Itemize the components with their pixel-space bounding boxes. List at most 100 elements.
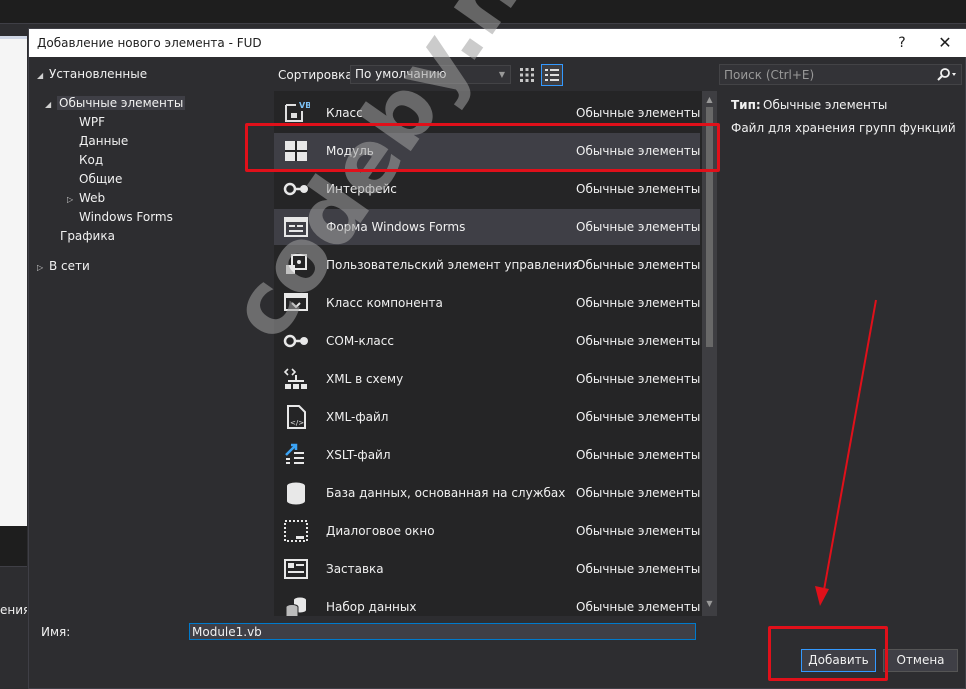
search-placeholder: Поиск (Ctrl+E) [724,68,815,82]
splash-screen-icon [282,555,310,583]
list-item[interactable]: XSLT-файл Обычные элементы [274,437,700,473]
item-name: Форма Windows Forms [326,220,466,234]
list-item[interactable]: VB Класс Обычные элементы [274,95,700,131]
dialog-title: Добавление нового элемента - FUD [37,36,262,50]
dataset-icon [282,593,310,616]
item-category: Обычные элементы [576,410,701,424]
item-category: Обычные элементы [576,334,701,348]
sort-dropdown[interactable]: По умолчанию ▼ [350,65,511,84]
tree-node-data[interactable]: Данные [79,132,128,150]
expand-arrow-icon[interactable]: ▷ [67,191,79,209]
list-item[interactable]: Пользовательский элемент управления Обычн… [274,247,700,283]
list-item[interactable]: Форма Windows Forms Обычные элементы [274,209,700,245]
xslt-file-icon [282,441,310,469]
tree-node-code[interactable]: Код [79,151,103,169]
list-item[interactable]: Заставка Обычные элементы [274,551,700,587]
sort-label: Сортировка: [278,68,357,82]
grid-view-icon[interactable] [517,65,537,85]
list-item[interactable]: </> XML-файл Обычные элементы [274,399,700,435]
item-category: Обычные элементы [576,524,701,538]
windows-form-icon [282,213,310,241]
tree-node-windows-forms[interactable]: Windows Forms [79,208,173,226]
template-list: VB Класс Обычные элементы Модуль Обычные эле… [274,91,717,616]
item-name: Класс компонента [326,296,443,310]
item-name: XSLT-файл [326,448,391,462]
item-category: Обычные элементы [576,372,701,386]
interface-icon [282,175,310,203]
item-name: База данных, основанная на службах [326,486,566,500]
search-icon[interactable] [936,66,958,84]
item-category: Обычные элементы [576,182,701,196]
dialog-titlebar: Добавление нового элемента - FUD ? ✕ [29,29,966,57]
list-view-icon[interactable] [541,64,563,86]
cancel-button[interactable]: Отмена [883,649,958,672]
add-button[interactable]: Добавить [801,649,876,672]
dialog-icon [282,517,310,545]
item-category: Обычные элементы [576,486,701,500]
list-item[interactable]: Диалоговое окно Обычные элементы [274,513,700,549]
tree-node-installed[interactable]: ◢ Установленные [37,65,147,83]
list-item[interactable]: Класс компонента Обычные элементы [274,285,700,321]
chevron-down-icon: ▼ [498,70,505,79]
list-item[interactable]: Модуль Обычные элементы [274,133,700,169]
item-category: Обычные элементы [576,258,701,272]
item-name: XML-файл [326,410,389,424]
sort-value: По умолчанию [355,67,447,81]
item-name: Заставка [326,562,384,576]
xml-schema-icon [282,365,310,393]
tree-node-common-items[interactable]: ◢ Обычные элементы [45,94,186,114]
list-item[interactable]: Набор данных Обычные элементы [274,589,700,616]
module-icon [282,137,310,165]
tree-node-web[interactable]: ▷ Web [67,189,105,207]
item-name: Модуль [326,144,374,158]
collapse-arrow-icon[interactable]: ◢ [37,67,49,85]
item-name: Интерфейс [326,182,397,196]
item-name: Класс [326,106,363,120]
type-value: Обычные элементы [763,98,888,112]
user-control-icon [282,251,310,279]
vb-class-icon: VB [282,99,311,127]
close-button[interactable]: ✕ [933,31,957,55]
svg-text:VB: VB [299,101,310,110]
item-name: Пользовательский элемент управления [326,258,580,272]
list-item[interactable]: XML в схему Обычные элементы [274,361,700,397]
tree-node-wpf[interactable]: WPF [79,113,105,131]
scrollbar[interactable]: ▲ ▼ [702,91,717,616]
database-icon [282,479,310,507]
ide-panel [0,526,27,566]
ide-editor-area [0,36,27,526]
list-item[interactable]: COM-класс Обычные элементы [274,323,700,359]
item-category: Обычные элементы [576,144,701,158]
add-new-item-dialog: Добавление нового элемента - FUD ? ✕ ◢ Ус… [28,28,966,689]
svg-text:</>: </> [290,419,304,427]
type-label: Тип: [731,98,761,112]
ide-panel-label: ения [0,603,27,617]
name-field[interactable] [189,623,696,640]
tree-node-graphics[interactable]: Графика [60,227,115,245]
item-category: Обычные элементы [576,562,701,576]
name-label: Имя: [41,625,71,639]
xml-file-icon: </> [282,403,310,431]
list-item[interactable]: База данных, основанная на службах Обычны… [274,475,700,511]
item-category: Обычные элементы [576,600,701,614]
search-input[interactable]: Поиск (Ctrl+E) [719,64,962,85]
help-button[interactable]: ? [891,32,913,54]
tree-node-general[interactable]: Общие [79,170,122,188]
expand-arrow-icon[interactable]: ▷ [37,259,49,277]
item-name: COM-класс [326,334,394,348]
ide-top-bar [0,0,966,24]
ide-bottom-panel [0,566,27,689]
scrollbar-thumb[interactable] [706,107,713,347]
item-name: Набор данных [326,600,417,614]
item-category: Обычные элементы [576,220,701,234]
scroll-up-icon[interactable]: ▲ [702,95,717,105]
com-class-icon [282,327,310,355]
item-name: XML в схему [326,372,404,386]
item-name: Диалоговое окно [326,524,435,538]
collapse-arrow-icon[interactable]: ◢ [45,96,57,114]
list-item[interactable]: Интерфейс Обычные элементы [274,171,700,207]
scroll-down-icon[interactable]: ▼ [702,599,717,609]
item-category: Обычные элементы [576,106,701,120]
item-category: Обычные элементы [576,448,701,462]
tree-node-online[interactable]: ▷ В сети [37,257,90,275]
